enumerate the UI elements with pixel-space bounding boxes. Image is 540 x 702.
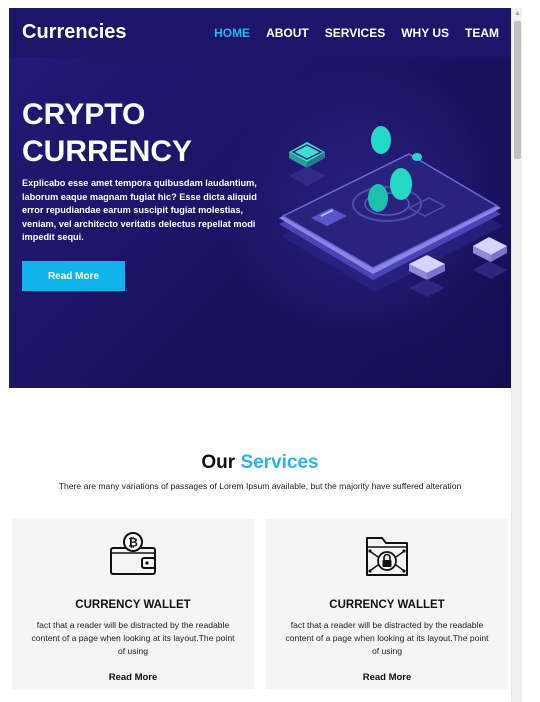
service-card: ₿ CURRENCY WALLET fact that a reader wil… xyxy=(12,519,254,689)
svg-text:₿: ₿ xyxy=(128,536,138,550)
services-subtitle: There are many variations of passages of… xyxy=(58,481,462,491)
service-card-text: fact that a reader will be distracted by… xyxy=(285,620,489,656)
service-card-read-more-link[interactable]: Read More xyxy=(266,672,508,683)
main-nav: HOME ABOUT SERVICES WHY US TEAM xyxy=(214,26,499,40)
bitcoin-wallet-icon: ₿ xyxy=(110,532,156,575)
nav-about[interactable]: ABOUT xyxy=(266,26,309,40)
scroll-up-arrow-icon[interactable]: ▲ xyxy=(512,8,523,19)
service-card-read-more-link[interactable]: Read More xyxy=(12,672,254,683)
nav-team[interactable]: TEAM xyxy=(465,26,499,40)
scrollbar-thumb[interactable] xyxy=(514,21,521,159)
service-card-title: CURRENCY WALLET xyxy=(329,599,445,611)
service-card-title: CURRENCY WALLET xyxy=(75,599,191,611)
services-heading: Our Services xyxy=(9,452,511,474)
secure-folder-icon xyxy=(366,537,408,576)
hero-title-line-1: CRYPTO xyxy=(22,98,146,131)
nav-why-us[interactable]: WHY US xyxy=(401,26,449,40)
services-heading-accent: Services xyxy=(240,452,319,473)
vertical-scrollbar[interactable]: ▲ xyxy=(511,8,522,702)
service-card-text: fact that a reader will be distracted by… xyxy=(31,620,235,656)
hero-description: Explicabo esse amet tempora quibusdam la… xyxy=(22,178,257,242)
nav-home[interactable]: HOME xyxy=(214,26,250,40)
navbar: Currencies HOME ABOUT SERVICES WHY US TE… xyxy=(9,8,511,57)
hero-title-line-2: CURRENCY xyxy=(22,135,193,168)
crypto-phone-illustration xyxy=(279,126,507,297)
page-viewport: Currencies HOME ABOUT SERVICES WHY US TE… xyxy=(9,8,511,702)
nav-services[interactable]: SERVICES xyxy=(325,26,385,40)
service-card: CURRENCY WALLET fact that a reader will … xyxy=(266,519,508,689)
hero-section: Currencies HOME ABOUT SERVICES WHY US TE… xyxy=(9,8,511,388)
services-heading-part-1: Our xyxy=(201,452,236,473)
brand-logo[interactable]: Currencies xyxy=(22,21,127,44)
hero-title: CRYPTO CURRENCY xyxy=(22,96,262,170)
hero-read-more-button[interactable]: Read More xyxy=(22,261,125,291)
